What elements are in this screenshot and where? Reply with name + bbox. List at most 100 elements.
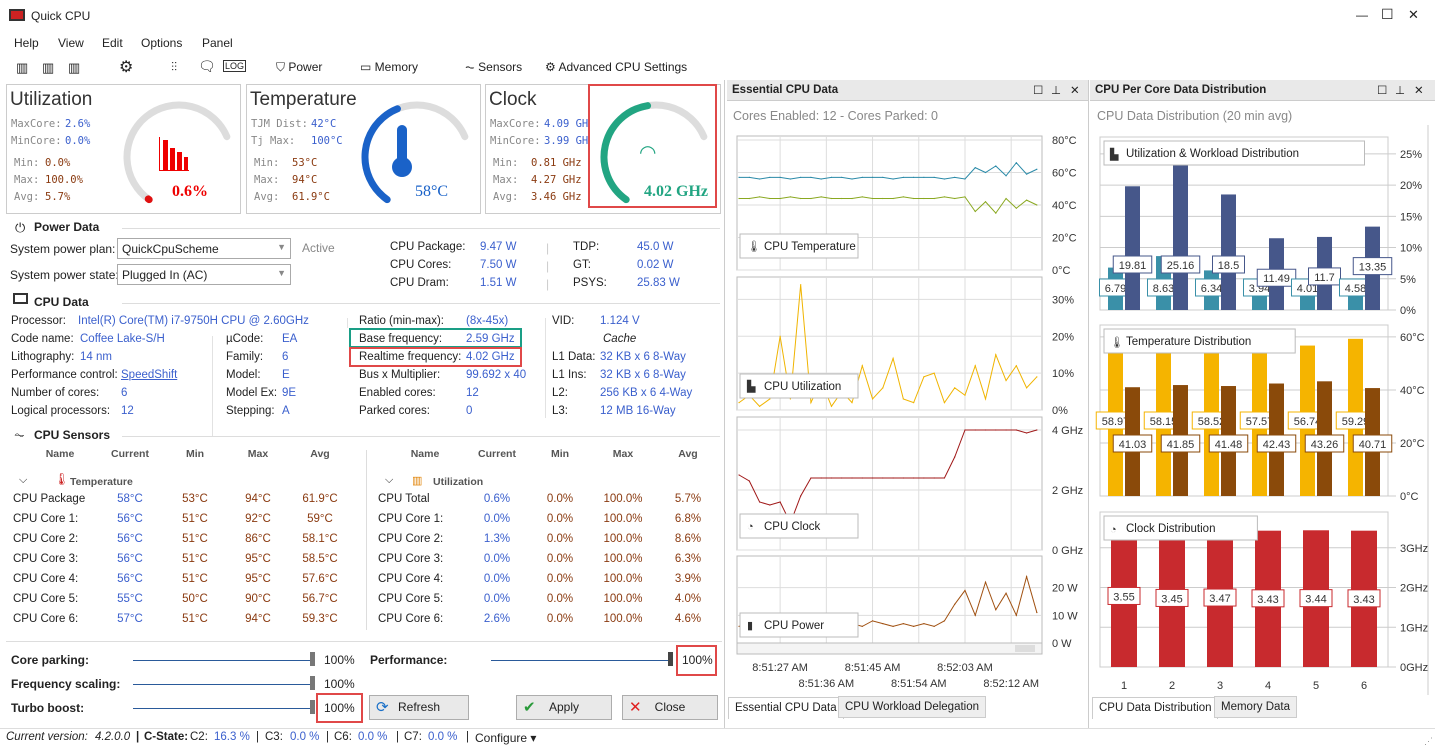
scrollbar-thumb[interactable] <box>1015 645 1035 652</box>
min-label: Min: <box>254 157 280 169</box>
bar-value-label: 41.03 <box>1119 439 1147 451</box>
divider: | <box>546 277 550 291</box>
menu-view[interactable]: View <box>58 36 84 50</box>
close-icon[interactable]: ✕ <box>1070 83 1080 97</box>
chevron-down-icon: ▼ <box>277 242 286 252</box>
power-state-select[interactable]: Plugged In (AC) ▼ <box>117 264 291 285</box>
sensors-button[interactable]: ⏦ Sensors <box>465 60 522 75</box>
table-row[interactable]: CPU Total 0.6% 0.0% 100.0% 5.7% <box>378 493 718 511</box>
data-point <box>964 589 966 592</box>
turbo-boost-slider[interactable] <box>133 708 313 709</box>
frequency-scaling-slider[interactable] <box>133 684 313 685</box>
advanced-settings-button[interactable]: ⚙ Advanced CPU Settings <box>545 60 687 74</box>
menu-edit[interactable]: Edit <box>102 36 123 50</box>
log-icon[interactable]: LOG <box>223 60 247 72</box>
chevron-down-icon[interactable]: ⌵ <box>19 474 27 487</box>
tab-cpu-data-distribution[interactable]: CPU Data Distribution <box>1092 697 1219 719</box>
power-metric-label: TDP: <box>573 241 600 253</box>
table-row[interactable]: CPU Core 4: 56°C 51°C 95°C 57.6°C <box>13 573 353 591</box>
table-row[interactable]: CPU Core 4: 0.0% 0.0% 100.0% 3.9% <box>378 573 718 591</box>
bar-value-label: 25.16 <box>1167 260 1195 272</box>
column-header-current[interactable]: Current <box>100 448 160 460</box>
table-row[interactable]: CPU Core 5: 0.0% 0.0% 100.0% 4.0% <box>378 593 718 611</box>
y-tick-label: 0 GHz <box>1052 545 1083 557</box>
table-row[interactable]: CPU Core 1: 0.0% 0.0% 100.0% 6.8% <box>378 513 718 531</box>
data-point <box>892 178 894 180</box>
power-metric-value: 45.0 W <box>637 241 674 253</box>
core-parking-thumb[interactable] <box>310 652 315 666</box>
table-row[interactable]: CPU Core 3: 56°C 51°C 95°C 58.5°C <box>13 553 353 571</box>
refresh-button[interactable]: ⟳ Refresh <box>369 695 469 720</box>
maximize-button[interactable]: ☐ <box>1381 6 1394 23</box>
bar-chart-up-icon[interactable]: ▥ <box>68 60 80 76</box>
close-icon[interactable]: ✕ <box>1414 83 1424 97</box>
table-row[interactable]: CPU Package 58°C 53°C 94°C 61.9°C <box>13 493 353 511</box>
power-button[interactable]: ⛉ Power <box>276 60 322 75</box>
gear-icon[interactable]: ⚙ <box>119 57 133 77</box>
apply-button[interactable]: ✔ Apply <box>516 695 612 720</box>
close-window-button[interactable]: ✕ <box>1408 7 1419 23</box>
column-header-max[interactable]: Max <box>593 448 653 460</box>
performance-thumb[interactable] <box>668 652 673 666</box>
memory-button[interactable]: ▭ Memory <box>360 60 418 74</box>
table-row[interactable]: CPU Core 2: 1.3% 0.0% 100.0% 8.6% <box>378 533 718 551</box>
divider <box>545 318 546 418</box>
table-row[interactable]: CPU Core 1: 56°C 51°C 92°C 59°C <box>13 513 353 531</box>
frequency-scaling-thumb[interactable] <box>310 676 315 690</box>
column-header-min[interactable]: Min <box>530 448 590 460</box>
perf-link[interactable]: SpeedShift <box>121 369 177 381</box>
configure-menu[interactable]: Configure ▾ <box>475 731 536 745</box>
core-parking-slider[interactable] <box>133 660 313 661</box>
x-tick-label: 8:52:12 AM <box>983 678 1039 690</box>
version-label: Current version: <box>6 731 88 743</box>
power-plan-select[interactable]: QuickCpuScheme ▼ <box>117 238 291 259</box>
table-row[interactable]: CPU Core 6: 57°C 51°C 94°C 59.3°C <box>13 613 353 631</box>
chart-title: Clock Distribution <box>1126 523 1215 535</box>
sensor-icon: ⏦ <box>14 427 25 442</box>
performance-slider[interactable] <box>491 660 671 661</box>
message-icon[interactable]: 🗨 <box>198 58 216 75</box>
column-header-max[interactable]: Max <box>228 448 288 460</box>
sliders-icon[interactable]: ⫶⫶ <box>171 60 177 75</box>
bar-chart-alt-icon[interactable]: ▥ <box>42 60 54 76</box>
power-state-label: System power state: <box>10 268 119 282</box>
pin-icon[interactable]: ⊥ <box>1395 83 1405 97</box>
gauge-value-arc <box>144 195 153 204</box>
table-row[interactable]: CPU Core 6: 2.6% 0.0% 100.0% 4.6% <box>378 613 718 631</box>
current-value: 56°C <box>117 573 143 585</box>
enabled-value: 12 <box>466 387 479 399</box>
column-header-current[interactable]: Current <box>467 448 527 460</box>
maximize-icon[interactable]: ☐ <box>1033 83 1043 97</box>
chart-title: CPU Utilization <box>764 381 841 393</box>
menu-panel[interactable]: Panel <box>202 36 233 50</box>
table-row[interactable]: CPU Core 5: 55°C 50°C 90°C 56.7°C <box>13 593 353 611</box>
close-button[interactable]: ✕ Close <box>622 695 718 720</box>
min-label: Min: <box>14 157 40 169</box>
sensor-name: CPU Package <box>13 493 86 505</box>
max-value: 100.0% <box>603 593 643 605</box>
mincore-label: MinCore: <box>11 135 62 147</box>
column-header-avg[interactable]: Avg <box>658 448 718 460</box>
table-row[interactable]: CPU Core 2: 56°C 51°C 86°C 58.1°C <box>13 533 353 551</box>
tab-cpu-workload-delegation[interactable]: CPU Workload Delegation <box>838 696 987 718</box>
tab-memory-data[interactable]: Memory Data <box>1214 696 1298 718</box>
bar-chart-icon[interactable]: ▥ <box>16 60 28 76</box>
tjmax-value: 100°C <box>311 135 343 147</box>
maximize-icon[interactable]: ☐ <box>1377 83 1387 97</box>
tab-essential-cpu-data[interactable]: Essential CPU Data <box>728 697 844 719</box>
data-point <box>820 196 822 198</box>
menu-options[interactable]: Options <box>141 36 182 50</box>
horizontal-scrollbar[interactable] <box>736 642 1043 655</box>
column-header-name[interactable]: Name <box>405 448 445 460</box>
column-header-name[interactable]: Name <box>40 448 80 460</box>
table-row[interactable]: CPU Core 3: 0.0% 0.0% 100.0% 6.3% <box>378 553 718 571</box>
turbo-boost-thumb[interactable] <box>310 700 315 714</box>
column-header-min[interactable]: Min <box>165 448 225 460</box>
resize-grip-icon[interactable]: ⋰ <box>1424 736 1433 747</box>
pin-icon[interactable]: ⊥ <box>1051 83 1061 97</box>
column-header-avg[interactable]: Avg <box>290 448 350 460</box>
menu-help[interactable]: Help <box>14 36 39 50</box>
chevron-down-icon[interactable]: ⌵ <box>385 474 393 487</box>
processor-value: Intel(R) Core(TM) i7-9750H CPU @ 2.60GHz <box>78 315 309 327</box>
minimize-button[interactable]: — <box>1356 8 1368 22</box>
